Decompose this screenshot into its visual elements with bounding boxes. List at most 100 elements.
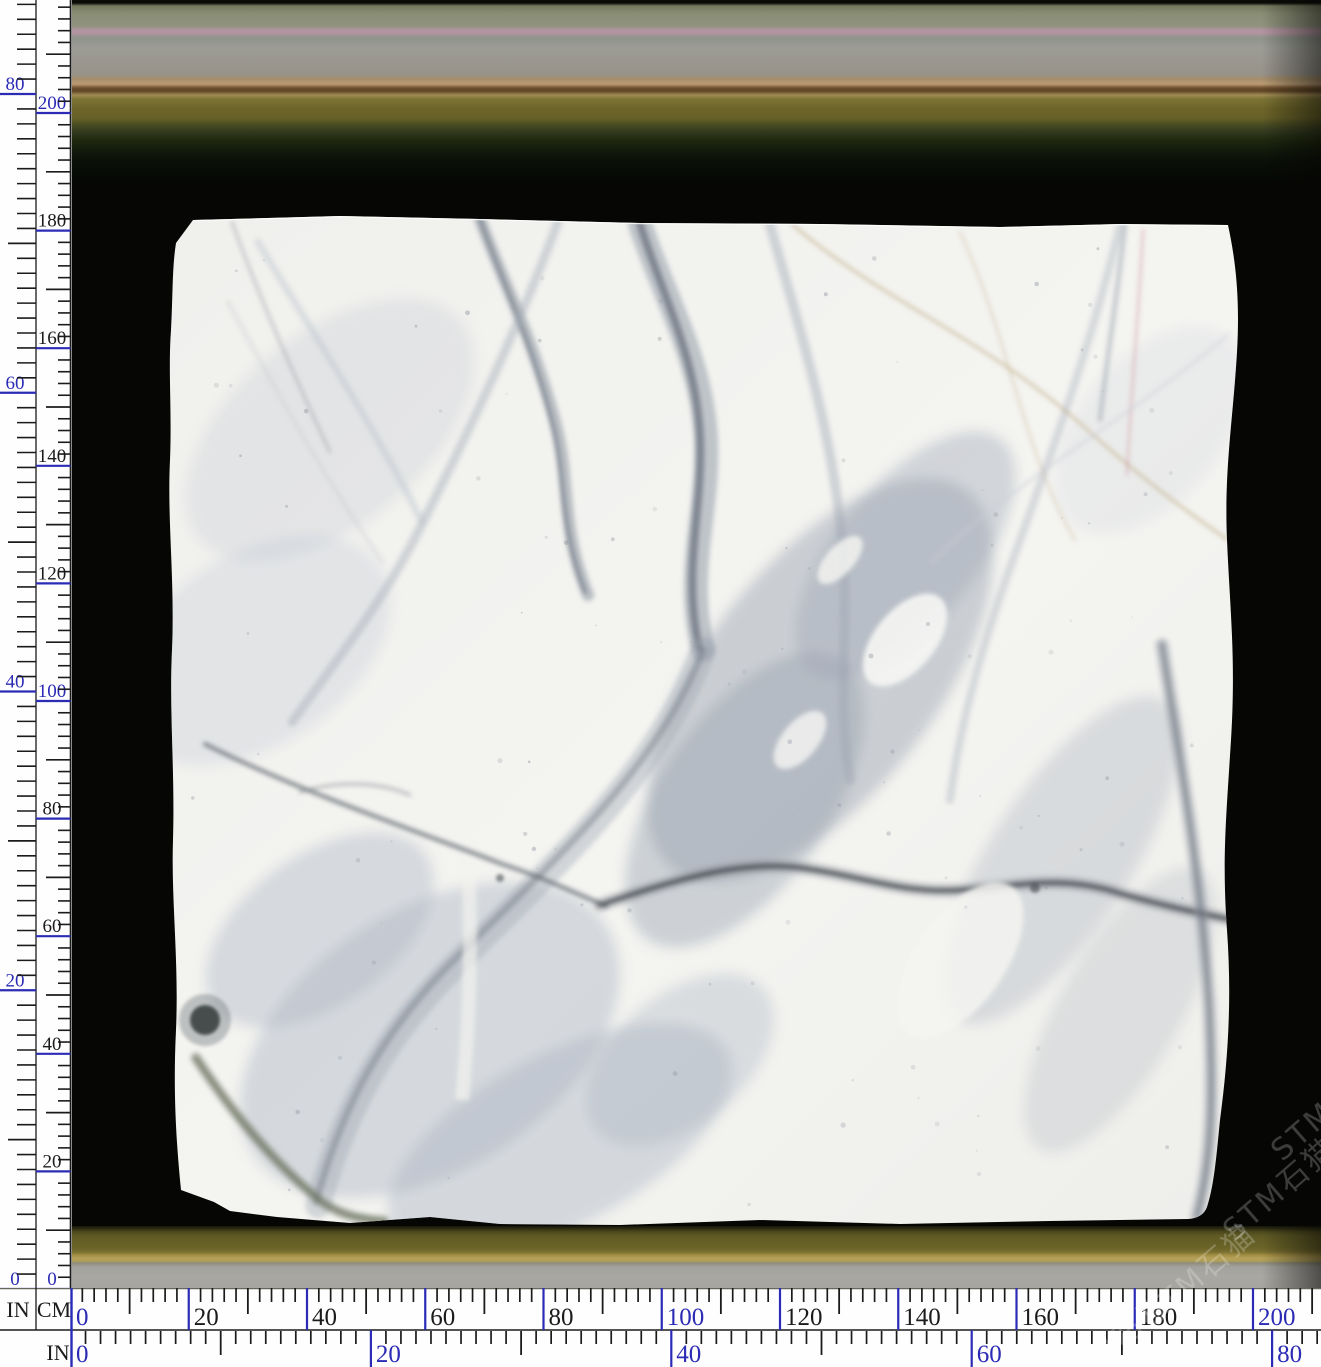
speckle — [886, 831, 891, 836]
speckle — [191, 796, 195, 800]
speckle — [536, 867, 538, 869]
cm-label: 180 — [1140, 1304, 1178, 1331]
speckle — [545, 536, 548, 539]
speckle — [239, 454, 242, 457]
right-edge-shadow — [1262, 0, 1321, 1290]
in-label: 40 — [6, 672, 25, 693]
speckle — [658, 299, 663, 304]
speckle — [994, 512, 999, 517]
speckle — [837, 803, 841, 807]
speckle — [263, 259, 265, 261]
in-label: 0 — [76, 1341, 89, 1367]
speckle — [792, 815, 794, 817]
speckle — [1034, 282, 1039, 287]
speckle — [564, 540, 569, 545]
in-label: 20 — [376, 1341, 401, 1367]
speckle — [787, 739, 792, 744]
speckle — [991, 544, 994, 547]
speckle — [1019, 826, 1023, 830]
speckle — [918, 729, 920, 731]
speckle — [976, 1150, 978, 1152]
speckle — [785, 547, 787, 549]
cm-label: 40 — [43, 1034, 62, 1055]
speckle — [288, 1189, 291, 1192]
in-label: 40 — [676, 1341, 701, 1367]
cm-label: 0 — [47, 1269, 57, 1290]
speckle — [883, 781, 885, 783]
speckle — [356, 858, 361, 863]
speckle — [229, 384, 233, 388]
in-label: 20 — [6, 970, 25, 991]
cm-label: 60 — [43, 916, 62, 937]
speckle — [415, 325, 418, 328]
speckle — [808, 567, 811, 570]
unit-label-in-row: IN — [46, 1340, 69, 1365]
speckle — [476, 476, 481, 481]
cm-label: 160 — [1022, 1304, 1060, 1331]
speckle — [465, 310, 470, 315]
speckle — [338, 1056, 342, 1060]
cm-label: 20 — [43, 1151, 62, 1172]
cm-label: 80 — [43, 799, 62, 820]
speckle — [911, 1065, 916, 1070]
speckle — [652, 507, 657, 512]
speckle — [1131, 617, 1133, 619]
speckle — [824, 292, 828, 296]
cm-label: 200 — [38, 93, 67, 114]
speckle — [611, 537, 615, 541]
cm-label: 120 — [38, 563, 67, 584]
speckle — [1190, 743, 1194, 747]
cm-label: 200 — [1258, 1304, 1296, 1331]
speckle — [580, 903, 583, 906]
cm-label: 120 — [785, 1304, 823, 1331]
speckle — [1097, 247, 1100, 250]
speckle — [977, 1115, 979, 1117]
speckle — [841, 1123, 846, 1128]
marble-slab-image — [0, 0, 1321, 1367]
speckle — [1088, 522, 1090, 524]
speckle — [372, 961, 376, 965]
speckle — [538, 339, 542, 343]
unit-label-in: IN — [6, 1297, 29, 1322]
speckle — [1080, 848, 1083, 851]
speckle — [869, 654, 874, 659]
speckle — [595, 624, 597, 626]
cm-label: 20 — [194, 1304, 219, 1331]
speckle — [295, 1110, 300, 1115]
speckle — [1049, 650, 1054, 655]
speckle — [926, 622, 930, 626]
speckle — [391, 840, 393, 842]
speckle — [709, 983, 712, 986]
speckle — [1061, 517, 1063, 519]
speckle — [660, 641, 662, 643]
in-label: 0 — [10, 1269, 20, 1290]
speckle — [1036, 1046, 1041, 1051]
cm-label: 60 — [430, 1304, 455, 1331]
speckle — [1081, 348, 1084, 351]
speckle — [214, 383, 219, 388]
speckle — [627, 908, 631, 912]
speckle — [982, 489, 984, 491]
speckle — [673, 1071, 678, 1076]
speckle — [320, 1138, 325, 1143]
speckle — [1070, 620, 1073, 623]
speckle — [505, 393, 507, 395]
speckle — [540, 276, 545, 281]
speckle — [742, 670, 747, 675]
speckle — [964, 906, 967, 909]
speckle — [890, 749, 894, 753]
in-label: 80 — [6, 74, 25, 95]
speckle — [1165, 1145, 1169, 1149]
speckle — [748, 1203, 751, 1206]
speckle — [980, 795, 982, 797]
in-label: 60 — [977, 1341, 1002, 1367]
speckle — [751, 981, 755, 985]
speckle — [447, 1177, 450, 1180]
left-ruler: 020406080100120140160180200020406080 — [0, 0, 72, 1290]
speckle — [658, 337, 662, 341]
cm-label: 160 — [38, 328, 67, 349]
speckle — [728, 682, 731, 685]
speckle — [523, 832, 527, 836]
bottom-ruler: INCMIN2040608010012014016018020002040608… — [0, 1288, 1321, 1367]
speckle — [439, 409, 442, 412]
